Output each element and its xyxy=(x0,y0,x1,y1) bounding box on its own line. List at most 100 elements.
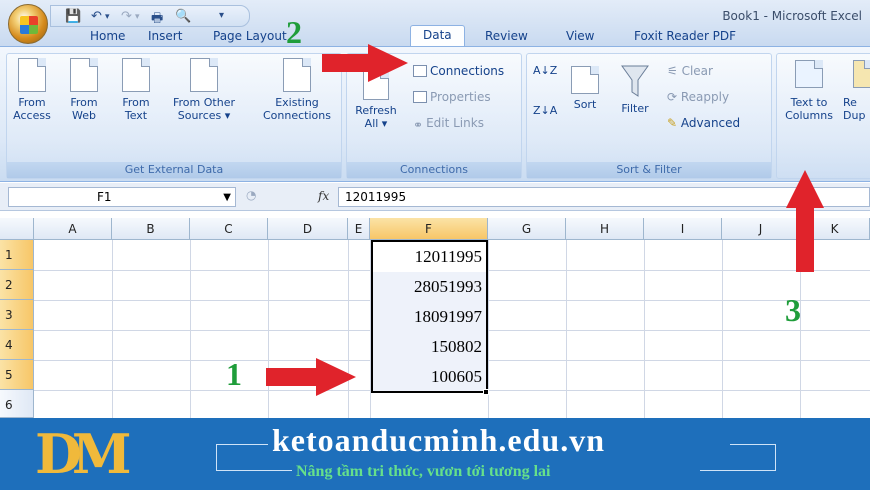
group-get-external-data: From Access From Web From Text From Othe… xyxy=(6,53,342,179)
arrow-up-icon xyxy=(786,170,824,272)
row-header[interactable]: 3 xyxy=(0,300,34,330)
remove-duplicates-icon xyxy=(853,60,870,88)
advanced-label: Advanced xyxy=(680,116,741,130)
office-button[interactable] xyxy=(8,4,48,44)
reapply-icon: ⟳ xyxy=(667,90,681,104)
row-header[interactable]: 1 xyxy=(0,240,34,270)
banner-divider xyxy=(730,444,776,445)
cell-f5[interactable]: 100605 xyxy=(373,362,486,392)
formula-bar: F1 ▼ ◔ fx 12011995 xyxy=(0,183,870,211)
window-title: Book1 - Microsoft Excel xyxy=(722,9,862,23)
sort-a-to-z-button[interactable]: A↓Z xyxy=(533,64,557,77)
advanced-button[interactable]: ✎ Advanced xyxy=(667,116,740,130)
connections-icon xyxy=(413,65,427,77)
column-header[interactable]: G xyxy=(488,218,566,240)
text-to-columns-label-2: Columns xyxy=(785,109,833,122)
from-web-button[interactable]: From Web xyxy=(65,58,103,122)
column-header[interactable]: A xyxy=(34,218,112,240)
select-all-corner[interactable] xyxy=(0,218,34,240)
row-header[interactable]: 4 xyxy=(0,330,34,360)
tab-data[interactable]: Data xyxy=(410,25,465,47)
existing-label-2: Connections xyxy=(263,109,331,122)
from-other-label-2: Sources ▾ xyxy=(177,109,231,122)
clear-label: Clear xyxy=(681,64,713,78)
sort-z-to-a-button[interactable]: Z↓A xyxy=(533,104,557,117)
access-file-icon xyxy=(18,58,46,92)
group-data-tools: Text to Columns Re Dup xyxy=(776,53,870,179)
row-header[interactable]: 2 xyxy=(0,270,34,300)
customize-qat-icon[interactable]: ▾ xyxy=(219,10,224,21)
undo-dropdown-icon[interactable]: ▾ xyxy=(105,12,110,22)
text-to-columns-button[interactable]: Text to Columns xyxy=(781,58,837,122)
reapply-button[interactable]: ⟳ Reapply xyxy=(667,90,729,104)
remove-duplicates-label-2: Dup xyxy=(843,109,866,122)
filter-button[interactable]: Filter xyxy=(615,58,655,115)
link-icon: ⚭ xyxy=(413,118,424,132)
column-header[interactable]: F xyxy=(370,218,488,240)
redo-dropdown-icon[interactable]: ▾ xyxy=(135,12,140,22)
group-label-sort-filter: Sort & Filter xyxy=(527,162,771,178)
other-sources-icon xyxy=(190,58,218,92)
banner-divider xyxy=(700,470,776,471)
grid-line xyxy=(566,240,567,418)
column-header[interactable]: B xyxy=(112,218,190,240)
redo-icon[interactable]: ↷ xyxy=(121,9,132,24)
column-header[interactable]: D xyxy=(268,218,348,240)
name-box-value: F1 xyxy=(97,190,112,204)
cancel-icon[interactable]: ◔ xyxy=(246,188,256,202)
properties-button[interactable]: Properties xyxy=(413,90,491,104)
tab-home[interactable]: Home xyxy=(90,27,125,46)
row-header[interactable]: 5 xyxy=(0,360,34,390)
existing-label-1: Existing xyxy=(275,96,319,109)
cell-f1[interactable]: 12011995 xyxy=(373,242,486,272)
print-preview-icon[interactable]: 🔍 xyxy=(175,9,191,24)
tab-insert[interactable]: Insert xyxy=(148,27,182,46)
web-file-icon xyxy=(70,58,98,92)
tab-foxit-reader-pdf[interactable]: Foxit Reader PDF xyxy=(634,27,736,46)
clear-button[interactable]: ⚟ Clear xyxy=(667,64,713,78)
banner-divider xyxy=(216,444,268,445)
ribbon: From Access From Web From Text From Othe… xyxy=(0,46,870,182)
tab-page-layout[interactable]: Page Layout xyxy=(213,27,287,46)
remove-duplicates-button[interactable]: Re Dup xyxy=(843,58,870,122)
row-header[interactable]: 6 xyxy=(0,390,34,418)
chevron-down-icon[interactable]: ▼ xyxy=(223,189,231,207)
grid-line xyxy=(722,240,723,418)
from-other-sources-button[interactable]: From Other Sources ▾ xyxy=(163,58,245,122)
filter-icon xyxy=(621,65,649,97)
column-header[interactable]: C xyxy=(190,218,268,240)
quick-access-toolbar: 💾 ↶ ▾ ↷ ▾ 🖶 🔍 ▾ xyxy=(50,5,250,27)
tab-review[interactable]: Review xyxy=(485,27,528,46)
tab-view[interactable]: View xyxy=(566,27,594,46)
column-header[interactable]: H xyxy=(566,218,644,240)
insert-function-button[interactable]: fx xyxy=(318,189,329,203)
undo-icon[interactable]: ↶ xyxy=(91,9,102,24)
office-logo-icon xyxy=(20,16,38,34)
name-box[interactable]: F1 ▼ xyxy=(8,187,236,207)
ducminh-logo-icon: DM xyxy=(35,422,132,486)
from-text-label-2: Text xyxy=(124,109,148,122)
from-text-button[interactable]: From Text xyxy=(117,58,155,122)
from-access-button[interactable]: From Access xyxy=(13,58,51,122)
reapply-label: Reapply xyxy=(680,90,730,104)
column-header[interactable]: I xyxy=(644,218,722,240)
group-sort-filter: A↓Z Z↓A Sort Filter ⚟ Clear ⟳ Reapply ✎ … xyxy=(526,53,772,179)
grid-line xyxy=(112,240,113,418)
from-other-label-1: From Other xyxy=(173,96,235,109)
arrow-right-icon xyxy=(322,44,408,82)
save-icon[interactable]: 💾 xyxy=(65,9,81,24)
annotation-number-3: 3 xyxy=(785,292,801,328)
properties-label: Properties xyxy=(430,90,491,104)
connections-button[interactable]: Connections xyxy=(413,64,504,78)
sort-button[interactable]: Sort xyxy=(567,58,603,111)
edit-links-button[interactable]: ⚭ Edit Links xyxy=(413,116,484,132)
slogan: Nâng tầm tri thức, vươn tới tương lai xyxy=(296,463,551,480)
cell-f3[interactable]: 18091997 xyxy=(373,302,486,332)
from-access-label-1: From xyxy=(18,96,46,109)
column-header[interactable]: E xyxy=(348,218,370,240)
fill-handle[interactable] xyxy=(483,389,489,395)
banner-divider xyxy=(216,444,217,470)
cell-f4[interactable]: 150802 xyxy=(373,332,486,362)
cell-f2[interactable]: 28051993 xyxy=(373,272,486,302)
text-file-icon xyxy=(122,58,150,92)
